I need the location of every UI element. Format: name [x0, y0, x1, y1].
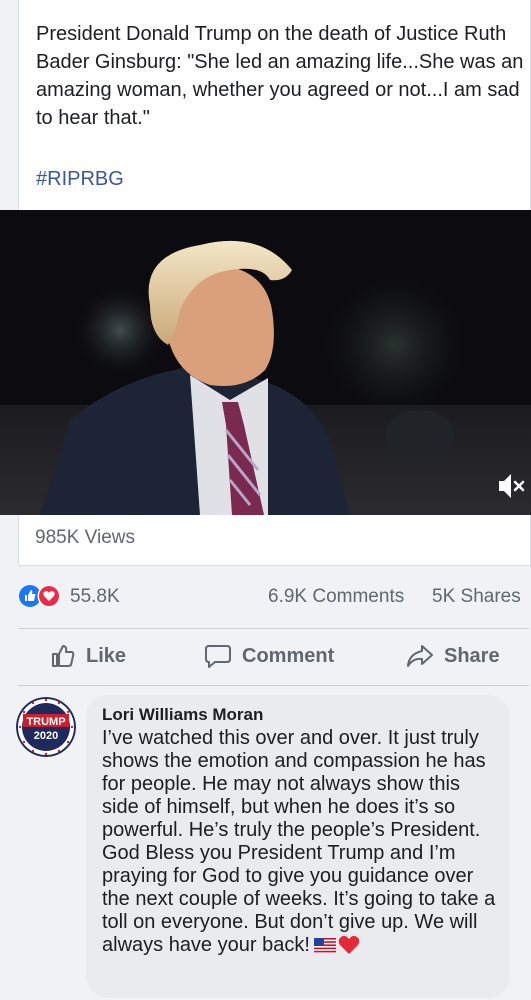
comment-button[interactable]: Comment — [204, 641, 334, 671]
reaction-count[interactable]: 55.8K — [70, 586, 120, 608]
share-arrow-icon — [407, 645, 433, 667]
avatar-text-bottom: 2020 — [34, 730, 58, 742]
shares-count[interactable]: 5K Shares — [432, 586, 521, 608]
post-text: President Donald Trump on the death of J… — [36, 23, 524, 129]
comment-text-block: I’ve watched this over and over. It just… — [102, 727, 498, 957]
speaker-muted-icon — [499, 474, 525, 498]
comment-text: I’ve watched this over and over. It just… — [102, 727, 496, 956]
commenter-avatar[interactable]: TRUMP 2020 — [16, 697, 76, 757]
views-card: 985K Views — [18, 515, 531, 566]
share-label: Share — [444, 644, 500, 667]
reaction-stats-row: 55.8K 6.9K Comments 5K Shares — [0, 580, 531, 616]
post-card: President Donald Trump on the death of J… — [18, 0, 531, 210]
video-player[interactable] — [0, 210, 531, 515]
action-bar: Like Comment Share — [18, 628, 529, 686]
reaction-icons[interactable] — [18, 584, 64, 608]
like-button[interactable]: Like — [50, 641, 126, 671]
love-reaction-icon — [37, 584, 61, 608]
comment-label: Comment — [242, 644, 335, 667]
red-heart-icon — [338, 935, 360, 954]
avatar-text-top: TRUMP — [26, 716, 65, 728]
video-frame — [0, 210, 531, 515]
thumbs-up-icon — [52, 645, 75, 667]
like-label: Like — [86, 644, 127, 667]
hashtag-link[interactable]: #RIPRBG — [36, 168, 124, 191]
share-button[interactable]: Share — [406, 641, 500, 671]
us-flag-icon — [313, 938, 336, 953]
comment-bubble: Lori Williams Moran I’ve watched this ov… — [86, 695, 510, 998]
view-count: 985K Views — [35, 527, 135, 548]
comments-count[interactable]: 6.9K Comments — [268, 586, 404, 608]
mute-button[interactable] — [497, 471, 525, 501]
commenter-name[interactable]: Lori Williams Moran — [102, 705, 263, 725]
comment-bubble-icon — [205, 645, 231, 668]
